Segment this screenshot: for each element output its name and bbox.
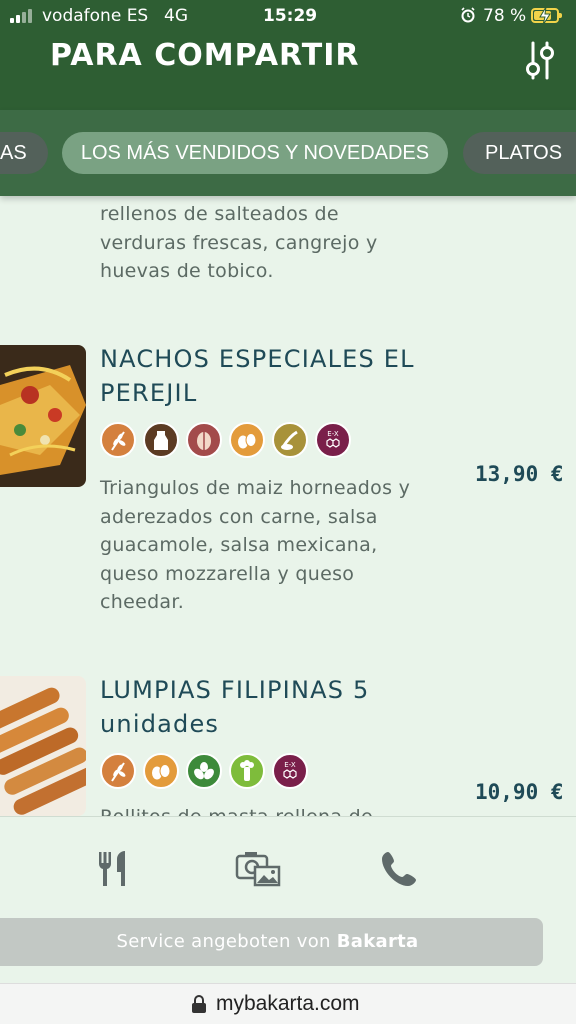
network-label: 4G bbox=[164, 6, 188, 26]
title-line: LUMPIAS FILIPINAS 5 bbox=[100, 676, 370, 704]
svg-text:E-X: E-X bbox=[327, 430, 339, 438]
mustard-icon[interactable] bbox=[272, 422, 308, 458]
service-banner[interactable]: Service angeboten von Bakarta bbox=[0, 918, 543, 966]
tab-previous[interactable]: AS bbox=[0, 132, 48, 174]
description-line: rellenos de salteados de bbox=[100, 203, 339, 225]
title-line: unidades bbox=[100, 710, 220, 738]
description-line: cheedar. bbox=[100, 591, 185, 613]
bottom-bar: Service angeboten von Bakarta mybakarta.… bbox=[0, 816, 576, 1024]
eggs-icon[interactable] bbox=[143, 753, 179, 789]
soy-icon[interactable] bbox=[186, 753, 222, 789]
allergen-list: E-X bbox=[100, 753, 308, 789]
description-line: aderezados con carne, salsa bbox=[100, 505, 378, 528]
item-description: Rollitos de masta rellena de bbox=[100, 803, 373, 816]
description-line: Triangulos de maiz horneados y bbox=[100, 477, 411, 499]
title-line: NACHOS ESPECIALES EL bbox=[100, 345, 415, 373]
menu-list: rellenos de salteados de verduras fresca… bbox=[0, 196, 576, 816]
item-price: 10,90 € bbox=[475, 780, 564, 804]
svg-text:E-X: E-X bbox=[284, 761, 296, 769]
battery-percent: 78 % bbox=[483, 6, 527, 26]
description-line: guacamole, salsa mexicana, bbox=[100, 534, 378, 556]
eggs-icon[interactable] bbox=[229, 422, 265, 458]
additives-icon[interactable]: E-X bbox=[272, 753, 308, 789]
gallery-icon[interactable] bbox=[235, 849, 281, 889]
item-title[interactable]: LUMPIAS FILIPINAS 5 unidades bbox=[100, 673, 369, 741]
phone-icon[interactable] bbox=[380, 849, 418, 889]
lock-icon bbox=[192, 995, 206, 1013]
item-description: rellenos de salteados de verduras fresca… bbox=[100, 200, 378, 286]
allergen-list: E-X bbox=[100, 422, 351, 458]
additives-icon[interactable]: E-X bbox=[315, 422, 351, 458]
clock: 15:29 bbox=[263, 6, 318, 26]
tab-most-sold[interactable]: LOS MÁS VENDIDOS Y NOVEDADES bbox=[62, 132, 448, 174]
milk-icon[interactable] bbox=[143, 422, 179, 458]
charging-icon bbox=[539, 6, 551, 26]
service-text: Service angeboten von bbox=[116, 931, 337, 952]
gluten-icon[interactable] bbox=[100, 753, 136, 789]
status-bar: vodafone ES 4G 15:29 78 % bbox=[0, 0, 576, 32]
carrier-label: vodafone ES bbox=[42, 6, 149, 26]
nuts-icon[interactable] bbox=[186, 422, 222, 458]
browser-url-bar[interactable]: mybakarta.com bbox=[0, 983, 576, 1024]
alarm-icon bbox=[461, 7, 475, 23]
category-tabs: AS LOS MÁS VENDIDOS Y NOVEDADES PLATOS bbox=[0, 110, 576, 196]
item-title[interactable]: NACHOS ESPECIALES EL PEREJIL bbox=[100, 342, 415, 410]
item-photo-nachos[interactable] bbox=[0, 345, 86, 487]
gluten-icon[interactable] bbox=[100, 422, 136, 458]
celery-icon[interactable] bbox=[229, 753, 265, 789]
url-text: mybakarta.com bbox=[216, 992, 360, 1015]
description-line: verduras frescas, cangrejo y bbox=[100, 231, 378, 254]
description-line: Rollitos de masta rellena de bbox=[100, 803, 373, 816]
menu-icon[interactable] bbox=[94, 849, 134, 889]
app-header: vodafone ES 4G 15:29 78 % PARA COMPARTIR bbox=[0, 0, 576, 110]
sliders-icon[interactable] bbox=[520, 40, 560, 82]
page-title: PARA COMPARTIR bbox=[50, 38, 360, 73]
service-brand: Bakarta bbox=[336, 931, 419, 952]
item-price: 13,90 € bbox=[475, 462, 564, 486]
item-description: Triangulos de maiz horneados y aderezado… bbox=[100, 474, 410, 617]
description-line: huevas de tobico. bbox=[100, 260, 274, 282]
signal-icon bbox=[10, 9, 32, 23]
title-line: PEREJIL bbox=[100, 379, 198, 407]
item-photo-lumpias[interactable] bbox=[0, 676, 86, 816]
tab-platos[interactable]: PLATOS bbox=[463, 132, 576, 174]
description-line: queso mozzarella y queso bbox=[100, 562, 355, 585]
